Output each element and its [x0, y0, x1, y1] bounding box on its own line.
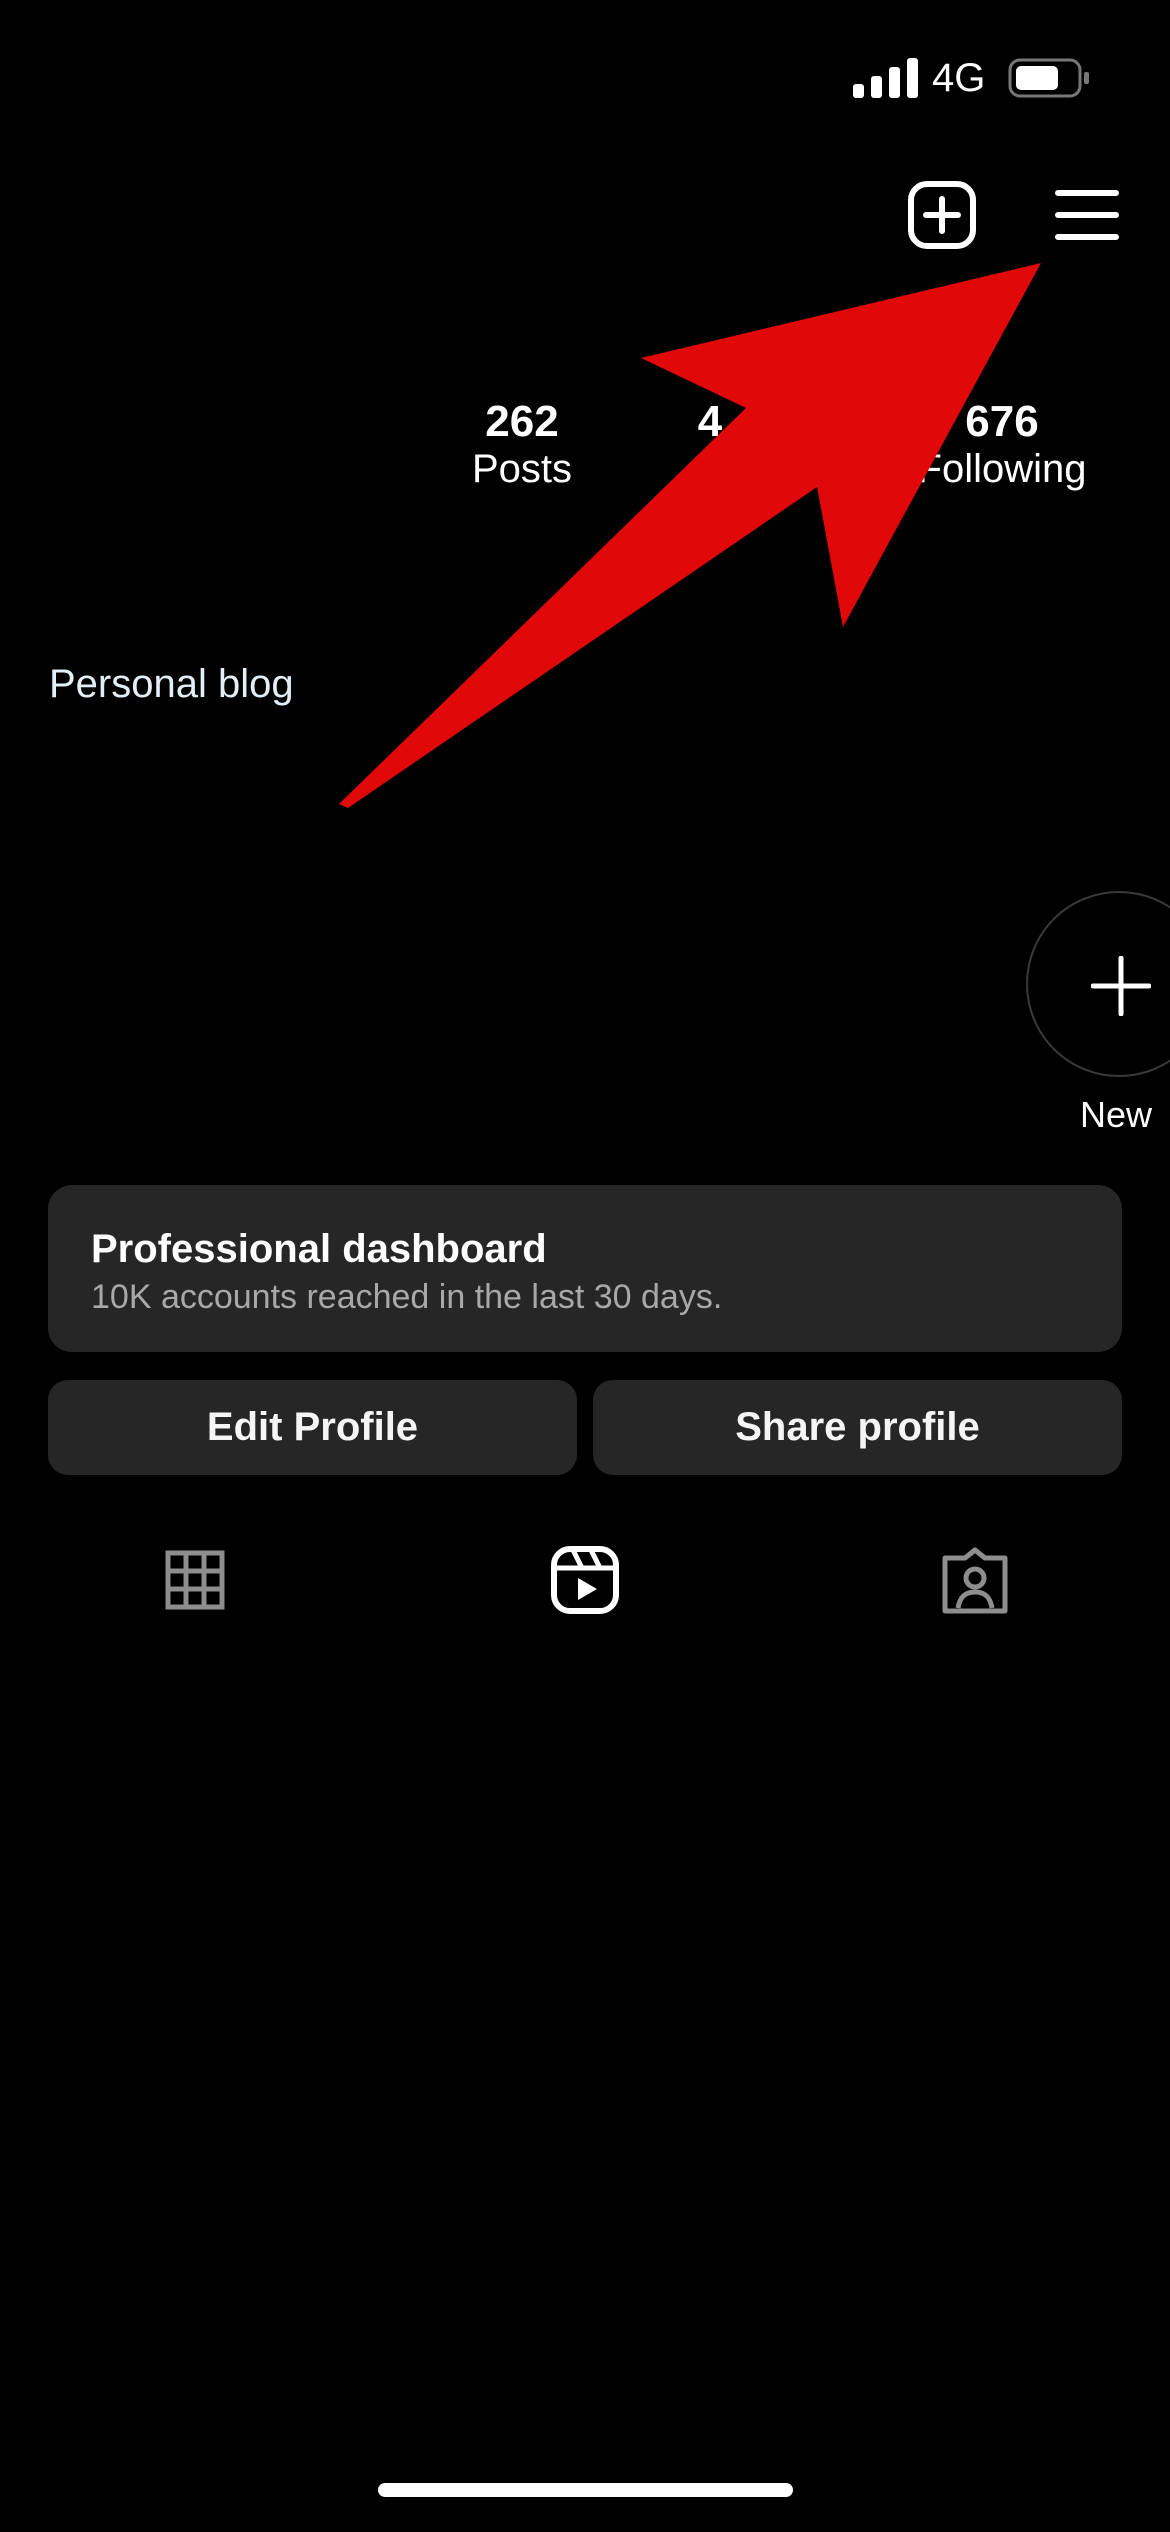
tagged-icon[interactable] — [940, 1546, 1010, 1616]
plus-icon — [1091, 956, 1151, 1016]
dashboard-title: Professional dashboard — [91, 1227, 547, 1271]
annotation-arrow-icon — [339, 263, 1041, 808]
professional-dashboard-card[interactable]: Professional dashboard 10K accounts reac… — [48, 1185, 1122, 1352]
grid-icon[interactable] — [165, 1550, 225, 1610]
new-highlight-label: New — [1080, 1094, 1153, 1135]
dashboard-subtitle: 10K accounts reached in the last 30 days… — [91, 1278, 723, 1316]
reels-icon[interactable] — [551, 1546, 619, 1614]
home-indicator — [378, 2483, 793, 2497]
share-profile-button[interactable]: Share profile — [593, 1380, 1122, 1475]
new-highlight-button[interactable] — [1026, 891, 1170, 1077]
edit-profile-button[interactable]: Edit Profile — [48, 1380, 577, 1475]
